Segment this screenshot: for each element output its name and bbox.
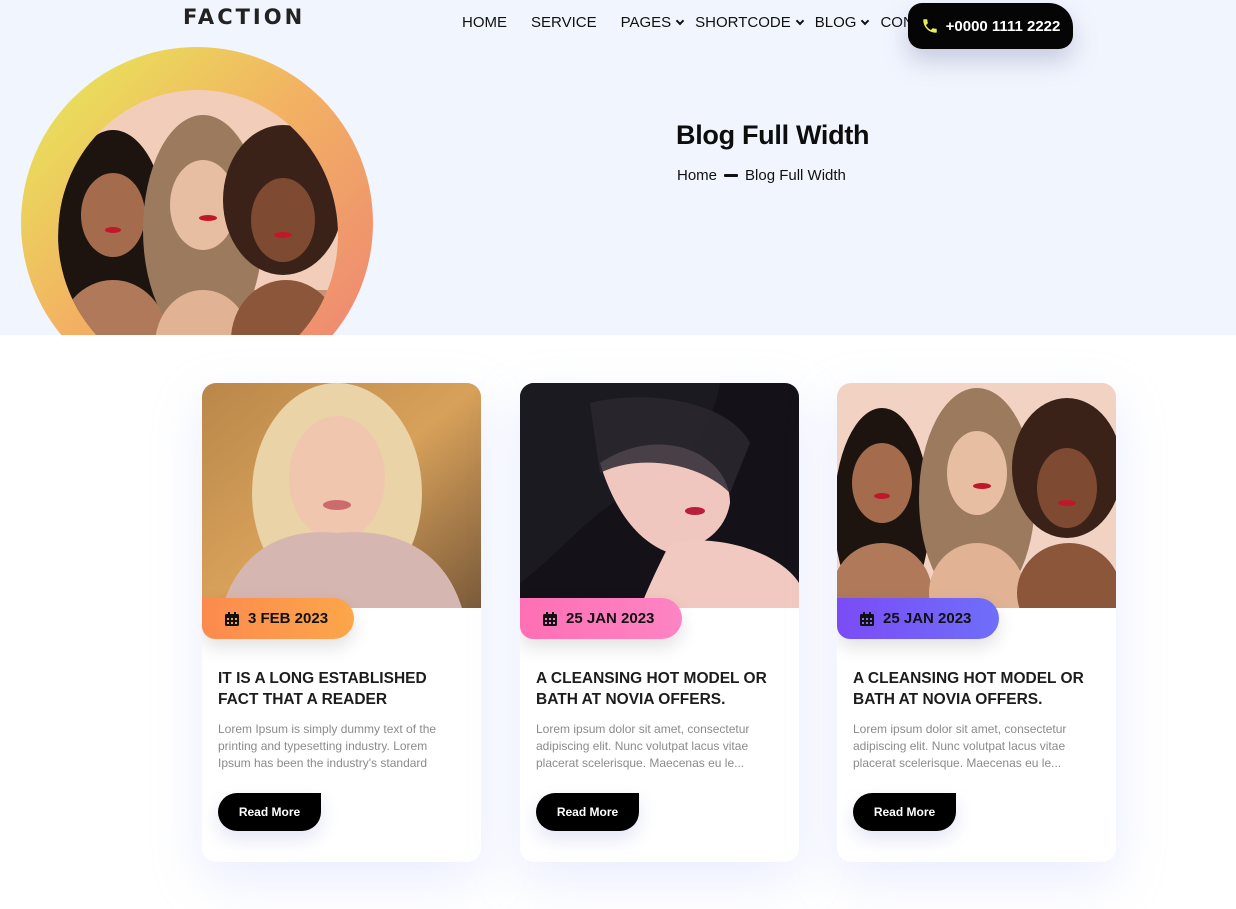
post-date: 25 JAN 2023 — [883, 610, 972, 627]
nav-blog-label: BLOG — [814, 14, 857, 31]
site-logo[interactable]: FACTION — [183, 5, 305, 29]
phone-icon — [922, 19, 937, 33]
post-date: 3 FEB 2023 — [248, 610, 329, 627]
chevron-down-icon — [795, 16, 804, 25]
blog-card: 3 FEB 2023 IT IS A LONG ESTABLISHED FACT… — [202, 383, 481, 862]
post-excerpt: Lorem ipsum dolor sit amet, consectetur … — [536, 722, 750, 770]
phone-button[interactable]: +0000 1111 2222 — [908, 3, 1073, 49]
blog-card-image[interactable] — [837, 383, 1116, 608]
main-nav: HOME SERVICE PAGES SHORTCODE BLOG CONTAC… — [462, 14, 952, 31]
date-badge: 25 JAN 2023 — [837, 598, 999, 639]
nav-pages[interactable]: PAGES — [620, 14, 685, 31]
read-more-button[interactable]: Read More — [218, 793, 321, 831]
post-excerpt: Lorem ipsum dolor sit amet, consectetur … — [853, 722, 1067, 770]
breadcrumb-current: Blog Full Width — [745, 167, 846, 184]
nav-shortcode-label: SHORTCODE — [695, 14, 791, 31]
post-title[interactable]: A CLEANSING HOT MODEL OR BATH AT NOVIA O… — [536, 668, 786, 710]
nav-service[interactable]: SERVICE — [531, 14, 597, 31]
breadcrumb: Home Blog Full Width — [677, 167, 846, 184]
calendar-icon — [543, 611, 557, 626]
post-title[interactable]: IT IS A LONG ESTABLISHED FACT THAT A REA… — [218, 668, 468, 710]
read-more-button[interactable]: Read More — [536, 793, 639, 831]
chevron-down-icon — [675, 16, 685, 25]
post-excerpt: Lorem Ipsum is simply dummy text of the … — [218, 722, 437, 770]
nav-home[interactable]: HOME — [462, 14, 507, 31]
date-badge: 3 FEB 2023 — [202, 598, 354, 639]
read-more-button[interactable]: Read More — [853, 793, 956, 831]
nav-blog[interactable]: BLOG — [814, 14, 870, 31]
blog-card: 25 JAN 2023 A CLEANSING HOT MODEL OR BAT… — [837, 383, 1116, 862]
calendar-icon — [225, 611, 239, 626]
blog-card-image[interactable] — [202, 383, 481, 608]
nav-pages-label: PAGES — [620, 14, 672, 31]
breadcrumb-home[interactable]: Home — [677, 167, 717, 184]
breadcrumb-separator — [724, 174, 739, 177]
post-title[interactable]: A CLEANSING HOT MODEL OR BATH AT NOVIA O… — [853, 668, 1103, 710]
calendar-icon — [860, 611, 874, 626]
nav-service-label: SERVICE — [531, 14, 597, 31]
nav-home-label: HOME — [462, 14, 507, 31]
post-date: 25 JAN 2023 — [566, 610, 655, 627]
page-title: Blog Full Width — [676, 120, 870, 150]
nav-shortcode[interactable]: SHORTCODE — [695, 14, 804, 31]
phone-number: +0000 1111 2222 — [945, 17, 1061, 35]
blog-card-image[interactable] — [520, 383, 799, 608]
hero-section: FACTION HOME SERVICE PAGES SHORTCODE BLO… — [0, 0, 1236, 335]
date-badge: 25 JAN 2023 — [520, 598, 682, 639]
blog-card: 25 JAN 2023 A CLEANSING HOT MODEL OR BAT… — [520, 383, 799, 862]
chevron-down-icon — [861, 16, 870, 25]
